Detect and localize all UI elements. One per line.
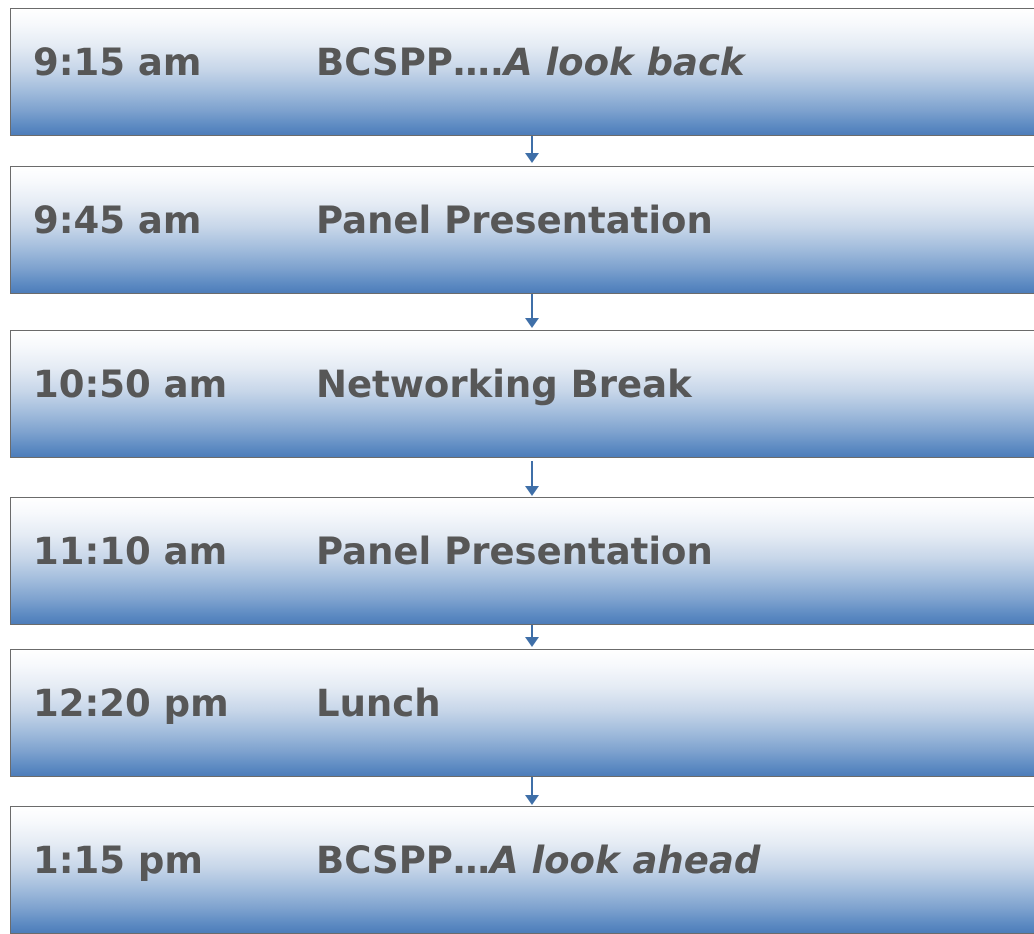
agenda-title-text: Networking Break — [316, 362, 692, 406]
agenda-time: 12:20 pm — [33, 681, 229, 725]
arrow-down-icon — [525, 153, 539, 163]
agenda-title: Lunch — [316, 650, 441, 776]
agenda-title-text: BCSPP… — [316, 838, 490, 882]
agenda-time: 1:15 pm — [33, 838, 203, 882]
agenda-title: BCSPP… A look ahead — [316, 807, 760, 933]
agenda-time: 9:45 am — [33, 198, 202, 242]
agenda-time: 11:10 am — [33, 529, 228, 573]
connector-line — [531, 294, 533, 318]
agenda-time: 9:15 am — [33, 40, 202, 84]
agenda-title: BCSPP…. A look back — [316, 9, 745, 135]
agenda-title-text: Panel Presentation — [316, 198, 713, 242]
agenda-flowchart: 9:15 am BCSPP…. A look back 9:45 am Panel… — [0, 0, 1034, 934]
connector-line — [531, 625, 533, 637]
agenda-item: 10:50 am Networking Break — [10, 330, 1034, 458]
connector-line — [531, 136, 533, 153]
agenda-title-text: Lunch — [316, 681, 441, 725]
agenda-time: 10:50 am — [33, 362, 228, 406]
agenda-title-italic: A look ahead — [489, 838, 761, 882]
agenda-item: 9:45 am Panel Presentation — [10, 166, 1034, 294]
arrow-down-icon — [525, 637, 539, 647]
arrow-down-icon — [525, 318, 539, 328]
agenda-title: Panel Presentation — [316, 498, 713, 624]
agenda-item: 9:15 am BCSPP…. A look back — [10, 8, 1034, 136]
agenda-title-text: Panel Presentation — [316, 529, 713, 573]
agenda-title-text: BCSPP…. — [316, 40, 504, 84]
arrow-down-icon — [525, 486, 539, 496]
agenda-title-italic: A look back — [503, 40, 745, 84]
agenda-item: 12:20 pm Lunch — [10, 649, 1034, 777]
agenda-item: 11:10 am Panel Presentation — [10, 497, 1034, 625]
agenda-title: Networking Break — [316, 331, 692, 457]
agenda-item: 1:15 pm BCSPP… A look ahead — [10, 806, 1034, 934]
agenda-title: Panel Presentation — [316, 167, 713, 293]
arrow-down-icon — [525, 795, 539, 805]
connector-line — [531, 461, 533, 486]
connector-line — [531, 777, 533, 795]
